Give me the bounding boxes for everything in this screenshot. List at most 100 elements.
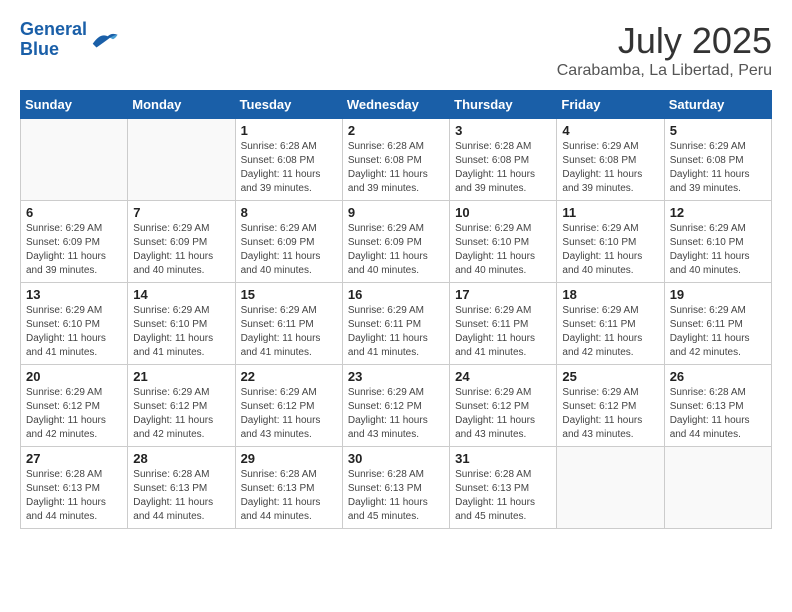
logo-bird-icon [89,28,119,52]
table-row: 15 Sunrise: 6:29 AM Sunset: 6:11 PM Dayli… [235,283,342,365]
table-row: 18Sunrise: 6:29 AM Sunset: 6:11 PM Dayli… [557,283,664,365]
day-info: Sunrise: 6:29 AM Sunset: 6:12 PM Dayligh… [241,386,337,442]
day-info: Sunrise: 6:28 AM Sunset: 6:13 PM Dayligh… [455,468,551,524]
day-info: Sunrise: 6:29 AM Sunset: 6:12 PM Dayligh… [455,386,551,442]
location: Carabamba, La Libertad, Peru [557,62,772,80]
logo-blue: Blue [20,39,59,59]
day-number: 30 [348,451,444,466]
day-number: 29 [241,451,337,466]
calendar-week-5: 27 Sunrise: 6:28 AM Sunset: 6:13 PM Dayli… [21,447,772,529]
day-info: Sunrise: 6:28 AM Sunset: 6:08 PM Dayligh… [455,140,551,196]
table-row [128,119,235,201]
table-row: 2Sunrise: 6:28 AM Sunset: 6:08 PM Daylig… [342,119,449,201]
day-number: 14 [133,287,229,302]
logo-general: General [20,19,87,39]
day-number: 8 [241,205,337,220]
day-number: 2 [348,123,444,138]
day-number: 10 [455,205,551,220]
day-number: 20 [26,369,122,384]
day-number: 6 [26,205,122,220]
day-info: Sunrise: 6:28 AM Sunset: 6:13 PM Dayligh… [348,468,444,524]
day-number: 21 [133,369,229,384]
title-block: July 2025 Carabamba, La Libertad, Peru [557,20,772,80]
table-row: 16 Sunrise: 6:29 AM Sunset: 6:11 PM Dayli… [342,283,449,365]
col-header-wednesday: Wednesday [342,91,449,119]
day-info: Sunrise: 6:29 AM Sunset: 6:09 PM Dayligh… [133,222,229,278]
table-row: 29 Sunrise: 6:28 AM Sunset: 6:13 PM Dayli… [235,447,342,529]
day-info: Sunrise: 6:29 AM Sunset: 6:09 PM Dayligh… [26,222,122,278]
day-number: 15 [241,287,337,302]
day-info: Sunrise: 6:29 AM Sunset: 6:08 PM Dayligh… [670,140,766,196]
table-row: 3 Sunrise: 6:28 AM Sunset: 6:08 PM Daylig… [450,119,557,201]
day-number: 11 [562,205,658,220]
table-row: 22 Sunrise: 6:29 AM Sunset: 6:12 PM Dayli… [235,365,342,447]
day-info: Sunrise: 6:28 AM Sunset: 6:13 PM Dayligh… [26,468,122,524]
day-number: 3 [455,123,551,138]
day-info: Sunrise: 6:29 AM Sunset: 6:11 PM Dayligh… [562,304,658,360]
day-info: Sunrise: 6:29 AM Sunset: 6:12 PM Dayligh… [348,386,444,442]
day-info: Sunrise: 6:28 AM Sunset: 6:13 PM Dayligh… [241,468,337,524]
table-row: 11Sunrise: 6:29 AM Sunset: 6:10 PM Dayli… [557,201,664,283]
calendar-week-1: 1 Sunrise: 6:28 AM Sunset: 6:08 PM Daylig… [21,119,772,201]
table-row: 23 Sunrise: 6:29 AM Sunset: 6:12 PM Dayli… [342,365,449,447]
day-info: Sunrise: 6:28 AM Sunset: 6:08 PM Dayligh… [241,140,337,196]
day-info: Sunrise: 6:29 AM Sunset: 6:12 PM Dayligh… [562,386,658,442]
day-info: Sunrise: 6:29 AM Sunset: 6:10 PM Dayligh… [670,222,766,278]
day-number: 28 [133,451,229,466]
day-number: 25 [562,369,658,384]
table-row: 17 Sunrise: 6:29 AM Sunset: 6:11 PM Dayli… [450,283,557,365]
calendar-week-2: 6 Sunrise: 6:29 AM Sunset: 6:09 PM Daylig… [21,201,772,283]
day-info: Sunrise: 6:29 AM Sunset: 6:09 PM Dayligh… [241,222,337,278]
table-row: 26Sunrise: 6:28 AM Sunset: 6:13 PM Dayli… [664,365,771,447]
table-row: 10Sunrise: 6:29 AM Sunset: 6:10 PM Dayli… [450,201,557,283]
day-number: 17 [455,287,551,302]
table-row: 25 Sunrise: 6:29 AM Sunset: 6:12 PM Dayli… [557,365,664,447]
table-row: 27 Sunrise: 6:28 AM Sunset: 6:13 PM Dayli… [21,447,128,529]
calendar-week-3: 13 Sunrise: 6:29 AM Sunset: 6:10 PM Dayli… [21,283,772,365]
day-number: 19 [670,287,766,302]
table-row: 21 Sunrise: 6:29 AM Sunset: 6:12 PM Dayli… [128,365,235,447]
calendar-table: SundayMondayTuesdayWednesdayThursdayFrid… [20,90,772,529]
table-row: 8 Sunrise: 6:29 AM Sunset: 6:09 PM Daylig… [235,201,342,283]
table-row: 30 Sunrise: 6:28 AM Sunset: 6:13 PM Dayli… [342,447,449,529]
table-row: 12 Sunrise: 6:29 AM Sunset: 6:10 PM Dayli… [664,201,771,283]
day-number: 27 [26,451,122,466]
day-info: Sunrise: 6:29 AM Sunset: 6:11 PM Dayligh… [455,304,551,360]
day-info: Sunrise: 6:29 AM Sunset: 6:12 PM Dayligh… [26,386,122,442]
table-row: 14 Sunrise: 6:29 AM Sunset: 6:10 PM Dayli… [128,283,235,365]
day-info: Sunrise: 6:29 AM Sunset: 6:08 PM Dayligh… [562,140,658,196]
day-number: 16 [348,287,444,302]
day-number: 22 [241,369,337,384]
calendar-header-row: SundayMondayTuesdayWednesdayThursdayFrid… [21,91,772,119]
col-header-thursday: Thursday [450,91,557,119]
day-number: 23 [348,369,444,384]
table-row: 7Sunrise: 6:29 AM Sunset: 6:09 PM Daylig… [128,201,235,283]
table-row: 1 Sunrise: 6:28 AM Sunset: 6:08 PM Daylig… [235,119,342,201]
day-info: Sunrise: 6:29 AM Sunset: 6:10 PM Dayligh… [26,304,122,360]
col-header-saturday: Saturday [664,91,771,119]
table-row [557,447,664,529]
table-row: 24 Sunrise: 6:29 AM Sunset: 6:12 PM Dayli… [450,365,557,447]
day-info: Sunrise: 6:29 AM Sunset: 6:11 PM Dayligh… [670,304,766,360]
table-row: 9Sunrise: 6:29 AM Sunset: 6:09 PM Daylig… [342,201,449,283]
day-info: Sunrise: 6:29 AM Sunset: 6:11 PM Dayligh… [241,304,337,360]
day-number: 1 [241,123,337,138]
day-info: Sunrise: 6:28 AM Sunset: 6:13 PM Dayligh… [133,468,229,524]
day-info: Sunrise: 6:29 AM Sunset: 6:12 PM Dayligh… [133,386,229,442]
table-row: 6 Sunrise: 6:29 AM Sunset: 6:09 PM Daylig… [21,201,128,283]
table-row: 13 Sunrise: 6:29 AM Sunset: 6:10 PM Dayli… [21,283,128,365]
day-number: 24 [455,369,551,384]
col-header-monday: Monday [128,91,235,119]
table-row: 19 Sunrise: 6:29 AM Sunset: 6:11 PM Dayli… [664,283,771,365]
day-number: 13 [26,287,122,302]
table-row: 5Sunrise: 6:29 AM Sunset: 6:08 PM Daylig… [664,119,771,201]
day-info: Sunrise: 6:29 AM Sunset: 6:11 PM Dayligh… [348,304,444,360]
table-row: 28 Sunrise: 6:28 AM Sunset: 6:13 PM Dayli… [128,447,235,529]
day-info: Sunrise: 6:29 AM Sunset: 6:09 PM Dayligh… [348,222,444,278]
col-header-tuesday: Tuesday [235,91,342,119]
day-number: 12 [670,205,766,220]
col-header-friday: Friday [557,91,664,119]
day-info: Sunrise: 6:28 AM Sunset: 6:13 PM Dayligh… [670,386,766,442]
col-header-sunday: Sunday [21,91,128,119]
day-info: Sunrise: 6:29 AM Sunset: 6:10 PM Dayligh… [133,304,229,360]
